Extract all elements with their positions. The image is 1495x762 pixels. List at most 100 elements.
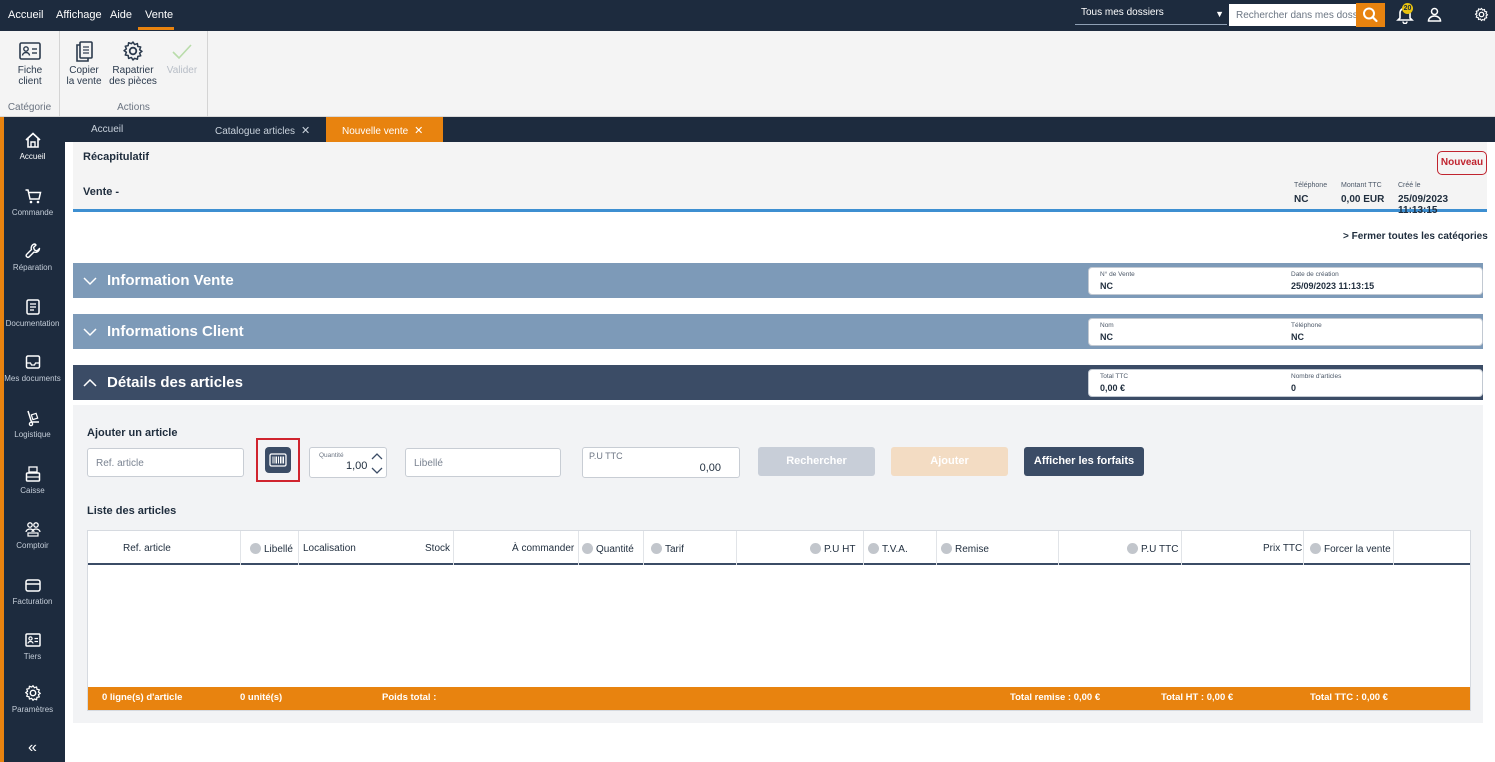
folder-select[interactable]: Tous mes dossiers ▼ xyxy=(1075,4,1227,25)
pencil-icon xyxy=(651,543,662,554)
field-label: Téléphone xyxy=(1291,322,1322,329)
section-details-articles[interactable]: Détails des articles Total TTC 0,00 € Nom… xyxy=(73,365,1483,400)
col-ref-article[interactable]: Ref. article xyxy=(123,543,171,554)
col-prix-ttc[interactable]: Prix TTC xyxy=(1263,543,1302,554)
sidebar-item-label: Documentation xyxy=(5,319,60,328)
col-a-commander[interactable]: À commander xyxy=(512,543,574,554)
col-libelle[interactable]: Libellé xyxy=(250,543,293,555)
valider-button[interactable]: Valider xyxy=(162,40,202,76)
field-value: 0,00 € xyxy=(1100,383,1126,393)
field-label: Montant TTC xyxy=(1341,182,1382,189)
field-value: NC xyxy=(1294,194,1309,205)
tab-accueil[interactable]: Accueil xyxy=(91,117,123,142)
user-button[interactable] xyxy=(1427,7,1442,22)
notification-badge: 20 xyxy=(1402,3,1413,14)
search-button[interactable] xyxy=(1356,3,1385,27)
pu-ttc-value: 0,00 xyxy=(699,462,721,474)
afficher-forfaits-button[interactable]: Afficher les forfaits xyxy=(1024,447,1144,476)
col-pu-ttc[interactable]: P.U TTC xyxy=(1127,543,1178,555)
col-label: Forcer la vente xyxy=(1324,544,1391,555)
add-article-title: Ajouter un article xyxy=(87,427,178,439)
field-label: Date de création xyxy=(1291,271,1339,278)
ajouter-button[interactable]: Ajouter xyxy=(891,447,1008,476)
fiche-client-label-1: Fiche xyxy=(17,65,43,76)
sidebar-item-parametres[interactable]: Paramètres xyxy=(0,684,65,714)
fiche-client-button[interactable]: Fiche client xyxy=(0,40,60,87)
sidebar-item-reparation[interactable]: Réparation xyxy=(0,242,65,272)
sidebar-item-tiers[interactable]: Tiers xyxy=(0,631,65,661)
tab-label: Accueil xyxy=(91,124,124,135)
section-informations-client[interactable]: Informations Client Nom NC Téléphone NC xyxy=(73,314,1483,349)
sidebar-item-caisse[interactable]: Caisse xyxy=(0,465,65,495)
section-title: Information Vente xyxy=(107,272,234,289)
search-icon xyxy=(1363,7,1378,23)
recap-telephone: Téléphone NC xyxy=(1294,182,1327,205)
sidebar-item-logistique[interactable]: Logistique xyxy=(0,409,65,439)
col-stock[interactable]: Stock xyxy=(425,543,450,554)
gear-icon xyxy=(24,685,41,701)
menu-accueil[interactable]: Accueil xyxy=(8,9,43,21)
sidebar-item-mes-documents[interactable]: Mes documents xyxy=(0,353,65,383)
barcode-scan-button[interactable] xyxy=(265,447,291,473)
pu-ttc-label: P.U TTC xyxy=(589,451,623,461)
menu-vente[interactable]: Vente xyxy=(145,9,173,21)
menu-affichage[interactable]: Affichage xyxy=(56,9,102,21)
section-title: Détails des articles xyxy=(107,374,243,391)
ref-article-input[interactable]: Ref. article xyxy=(87,448,244,477)
field-label: Total TTC xyxy=(1100,373,1129,380)
pu-ttc-input[interactable]: P.U TTC 0,00 xyxy=(582,447,740,478)
col-localisation[interactable]: Localisation xyxy=(303,543,356,554)
ribbon: Fiche client Catégorie Copier la vente R… xyxy=(0,31,1495,117)
wrench-icon xyxy=(25,243,40,258)
section-title: Informations Client xyxy=(107,323,244,340)
rechercher-button[interactable]: Rechercher xyxy=(758,447,875,476)
col-quantite[interactable]: Quantité xyxy=(582,543,634,555)
ribbon-group-label: Actions xyxy=(117,102,150,113)
quantity-value: 1,00 xyxy=(346,460,368,472)
section-info-box: N° de Vente NC Date de création 25/09/2023… xyxy=(1088,267,1483,295)
chevron-up-icon[interactable] xyxy=(371,452,383,461)
pencil-icon xyxy=(250,543,261,554)
rapatrier-label-2: des pièces xyxy=(109,76,157,87)
sidebar-item-comptoir[interactable]: Comptoir xyxy=(0,520,65,550)
libelle-input[interactable]: Libellé xyxy=(405,448,561,477)
col-label: P.U TTC xyxy=(1141,544,1179,555)
close-all-categories-link[interactable]: > Fermer toutes les catéqories xyxy=(1343,231,1488,242)
sidebar-item-commande[interactable]: Commande xyxy=(0,187,65,217)
chevron-down-icon[interactable] xyxy=(371,466,383,475)
tab-catalogue-articles[interactable]: Catalogue articles ✕ xyxy=(215,117,310,142)
recap-montant-ttc: Montant TTC 0,00 EUR xyxy=(1341,182,1384,205)
fiche-client-label-2: client xyxy=(18,76,42,87)
menu-aide[interactable]: Aide xyxy=(110,9,132,21)
pencil-icon xyxy=(1127,543,1138,554)
table-footer: 0 ligne(s) d'article 0 unité(s) Poids to… xyxy=(88,687,1470,710)
quantity-label: Quantité xyxy=(319,452,344,459)
sidebar-item-facturation[interactable]: Facturation xyxy=(0,576,65,606)
close-icon[interactable]: ✕ xyxy=(301,125,310,137)
settings-button[interactable] xyxy=(1474,7,1489,22)
recap-panel: Récapitulatif Vente - Nouveau Téléphone … xyxy=(73,142,1487,216)
tab-bar: Accueil Catalogue articles ✕ Nouvelle ven… xyxy=(65,117,1495,142)
field-value: 25/09/2023 11:13:15 xyxy=(1398,194,1449,216)
user-icon xyxy=(1427,7,1442,22)
search-input[interactable]: Rechercher dans mes dossiers xyxy=(1229,4,1356,26)
col-remise[interactable]: Remise xyxy=(941,543,989,555)
col-pu-ht[interactable]: P.U HT xyxy=(810,543,856,555)
rapatrier-pieces-button[interactable]: Rapatrier des pièces xyxy=(108,40,158,87)
recap-cree-le: Créé le 25/09/2023 11:13:15 xyxy=(1398,182,1487,216)
col-forcer-vente[interactable]: Forcer la vente xyxy=(1310,543,1391,555)
field-value: 0 xyxy=(1291,383,1297,393)
articles-table: Ref. article Libellé Localisation Stock … xyxy=(87,530,1471,711)
pencil-icon xyxy=(1310,543,1321,554)
sidebar-item-documentation[interactable]: Documentation xyxy=(0,298,65,328)
section-information-vente[interactable]: Information Vente N° de Vente NC Date de … xyxy=(73,263,1483,298)
copier-vente-button[interactable]: Copier la vente xyxy=(64,40,104,87)
col-tarif[interactable]: Tarif xyxy=(651,543,684,555)
sidebar-item-accueil[interactable]: Accueil xyxy=(0,131,65,161)
close-icon[interactable]: ✕ xyxy=(414,125,423,137)
quantity-stepper[interactable]: Quantité 1,00 xyxy=(309,447,387,478)
tab-nouvelle-vente[interactable]: Nouvelle vente ✕ xyxy=(326,117,443,142)
sidebar-item-label: Comptoir xyxy=(16,541,49,550)
col-tva[interactable]: T.V.A. xyxy=(868,543,908,555)
sidebar-collapse-button[interactable]: « xyxy=(0,739,65,757)
